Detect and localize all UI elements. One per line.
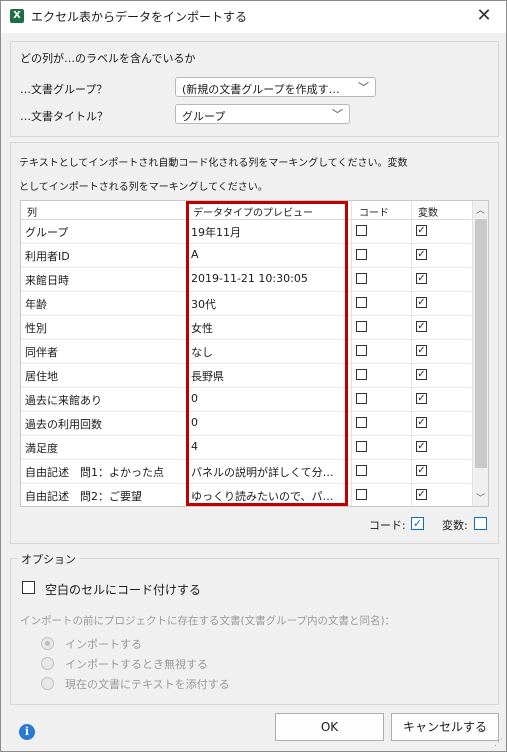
scroll-down-icon[interactable]: ﹀ xyxy=(476,491,485,504)
preexisting-label: インポートの前にプロジェクトに存在する文書(文書グループ内の文書と同名)： xyxy=(20,615,396,627)
doc-title-label: …文書タイトル？ xyxy=(20,110,108,123)
row-column-name: 来館日時 xyxy=(25,274,69,287)
radio-ignore-label[interactable]: インポートするとき無視する xyxy=(65,656,208,672)
radio-append[interactable] xyxy=(41,677,54,690)
scroll-thumb[interactable] xyxy=(475,219,487,468)
row-column-name: 自由記述 問1：よかった点 xyxy=(25,466,164,479)
variable-checkbox[interactable]: ✓ xyxy=(416,273,427,284)
code-checkbox[interactable] xyxy=(356,273,367,284)
close-icon[interactable]: ✕ xyxy=(474,4,494,28)
import-dialog: X エクセル表からデータをインポートする ✕ どの列が…のラベルを含んでいるか … xyxy=(0,0,507,752)
window-title: エクセル表からデータをインポートする xyxy=(31,10,248,24)
preview-highlight-box xyxy=(186,201,348,506)
row-column-name: 過去に来館あり xyxy=(25,394,102,407)
variable-checkbox[interactable]: ✓ xyxy=(416,297,427,308)
doc-group-label: …文書グループ？ xyxy=(20,83,108,96)
radio-selected-dot xyxy=(45,641,50,646)
variable-checkbox[interactable]: ✓ xyxy=(416,489,427,500)
legend-code-checkbox[interactable]: ✓ xyxy=(411,517,424,530)
resize-grip-icon[interactable]: ⋰ xyxy=(494,738,503,748)
marking-instruction-2: としてインポートされる列をマーキングしてください。 xyxy=(19,182,268,193)
variable-checkbox[interactable]: ✓ xyxy=(416,393,427,404)
cancel-button[interactable]: キャンセルする xyxy=(391,713,499,741)
header-variable: 変数 xyxy=(418,208,438,219)
marking-instruction-1: テキストとしてインポートされ自動コード化される列をマーキングしてください。変数 xyxy=(19,158,408,169)
variable-checkbox[interactable]: ✓ xyxy=(416,249,427,260)
title-bar: X エクセル表からデータをインポートする ✕ xyxy=(1,1,506,33)
excel-icon: X xyxy=(10,9,24,23)
options-heading: オプション xyxy=(18,551,79,567)
code-checkbox[interactable] xyxy=(356,345,367,356)
chevron-down-icon: ﹀ xyxy=(332,108,343,121)
variable-checkbox[interactable]: ✓ xyxy=(416,345,427,356)
row-column-name: 利用者ID xyxy=(25,250,70,263)
doc-title-value: グループ xyxy=(182,110,226,123)
radio-import[interactable] xyxy=(41,637,54,650)
doc-title-select[interactable]: グループ ﹀ xyxy=(175,104,350,124)
header-code: コード xyxy=(359,208,389,219)
legend-variable-label: 変数: xyxy=(442,519,468,532)
row-column-name: 自由記述 問2：ご要望 xyxy=(25,490,142,503)
blank-cells-label[interactable]: 空白のセルにコード付けする xyxy=(45,581,201,598)
code-checkbox[interactable] xyxy=(356,225,367,236)
row-column-name: 性別 xyxy=(25,322,47,335)
row-column-name: 年齢 xyxy=(25,298,47,311)
scroll-up-icon[interactable]: ︿ xyxy=(476,203,485,216)
labels-heading: どの列が…のラベルを含んでいるか xyxy=(20,52,196,65)
legend-variable-checkbox[interactable] xyxy=(474,517,487,530)
radio-import-label[interactable]: インポートする xyxy=(65,636,142,652)
code-checkbox[interactable] xyxy=(356,489,367,500)
info-icon[interactable]: i xyxy=(19,724,35,740)
chevron-down-icon: ﹀ xyxy=(358,81,369,94)
code-checkbox[interactable] xyxy=(356,441,367,452)
row-column-name: 居住地 xyxy=(25,370,58,383)
code-checkbox[interactable] xyxy=(356,417,367,428)
variable-checkbox[interactable]: ✓ xyxy=(416,225,427,236)
variable-checkbox[interactable]: ✓ xyxy=(416,369,427,380)
row-column-name: 同伴者 xyxy=(25,346,58,359)
variable-checkbox[interactable]: ✓ xyxy=(416,465,427,476)
doc-group-value: (新規の文書グループを作成す… xyxy=(182,83,340,96)
row-column-name: 過去の利用回数 xyxy=(25,418,102,431)
blank-cells-checkbox[interactable] xyxy=(22,581,35,594)
variable-checkbox[interactable]: ✓ xyxy=(416,417,427,428)
code-checkbox[interactable] xyxy=(356,249,367,260)
legend-code-label: コード: xyxy=(369,519,406,532)
table-scrollbar[interactable]: ︿ ﹀ xyxy=(472,201,488,506)
code-checkbox[interactable] xyxy=(356,321,367,332)
radio-append-label[interactable]: 現在の文書にテキストを添付する xyxy=(65,676,230,692)
row-column-name: 満足度 xyxy=(25,442,58,455)
code-checkbox[interactable] xyxy=(356,393,367,404)
row-column-name: グループ xyxy=(25,226,69,239)
variable-checkbox[interactable]: ✓ xyxy=(416,321,427,332)
code-checkbox[interactable] xyxy=(356,297,367,308)
variable-checkbox[interactable]: ✓ xyxy=(416,441,427,452)
radio-ignore[interactable] xyxy=(41,657,54,670)
code-checkbox[interactable] xyxy=(356,369,367,380)
code-checkbox[interactable] xyxy=(356,465,367,476)
labels-group: どの列が…のラベルを含んでいるか …文書グループ？ (新規の文書グループを作成す… xyxy=(10,41,499,137)
header-column: 列 xyxy=(27,208,37,219)
doc-group-select[interactable]: (新規の文書グループを作成す… ﹀ xyxy=(175,77,376,97)
ok-button[interactable]: OK xyxy=(275,713,384,741)
